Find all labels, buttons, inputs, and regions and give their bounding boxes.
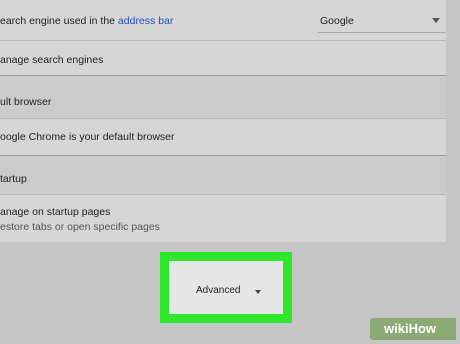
wikihow-watermark: wikiHow	[370, 318, 456, 340]
default-browser-status: oogle Chrome is your default browser	[0, 131, 175, 143]
advanced-button[interactable]: Advanced	[169, 261, 283, 314]
search-engine-select[interactable]: Google	[318, 8, 446, 33]
startup-option-sub: estore tabs or open specific pages	[0, 221, 160, 233]
default-browser-title: ult browser	[0, 96, 52, 108]
manage-search-engines-row[interactable]: anage search engines	[0, 41, 446, 75]
dropdown-caret-icon	[432, 18, 440, 23]
search-engine-label: earch engine used in the address bar	[0, 15, 174, 27]
manage-search-engines-label: anage search engines	[0, 54, 104, 66]
default-browser-section: ult browser	[0, 76, 446, 118]
watermark-text: wikiHow	[384, 321, 437, 336]
startup-option-row[interactable]: anage on startup pages estore tabs or op…	[0, 195, 446, 242]
address-bar-link[interactable]: address bar	[118, 15, 173, 27]
search-engine-value: Google	[320, 15, 354, 27]
chevron-down-icon	[255, 290, 261, 294]
search-engine-row: earch engine used in the address bar Goo…	[0, 0, 446, 40]
advanced-label: Advanced	[196, 285, 241, 296]
startup-title: tartup	[0, 173, 27, 185]
default-browser-row: oogle Chrome is your default browser	[0, 119, 446, 155]
startup-option-label: anage on startup pages	[0, 206, 111, 218]
startup-section: tartup	[0, 156, 446, 194]
